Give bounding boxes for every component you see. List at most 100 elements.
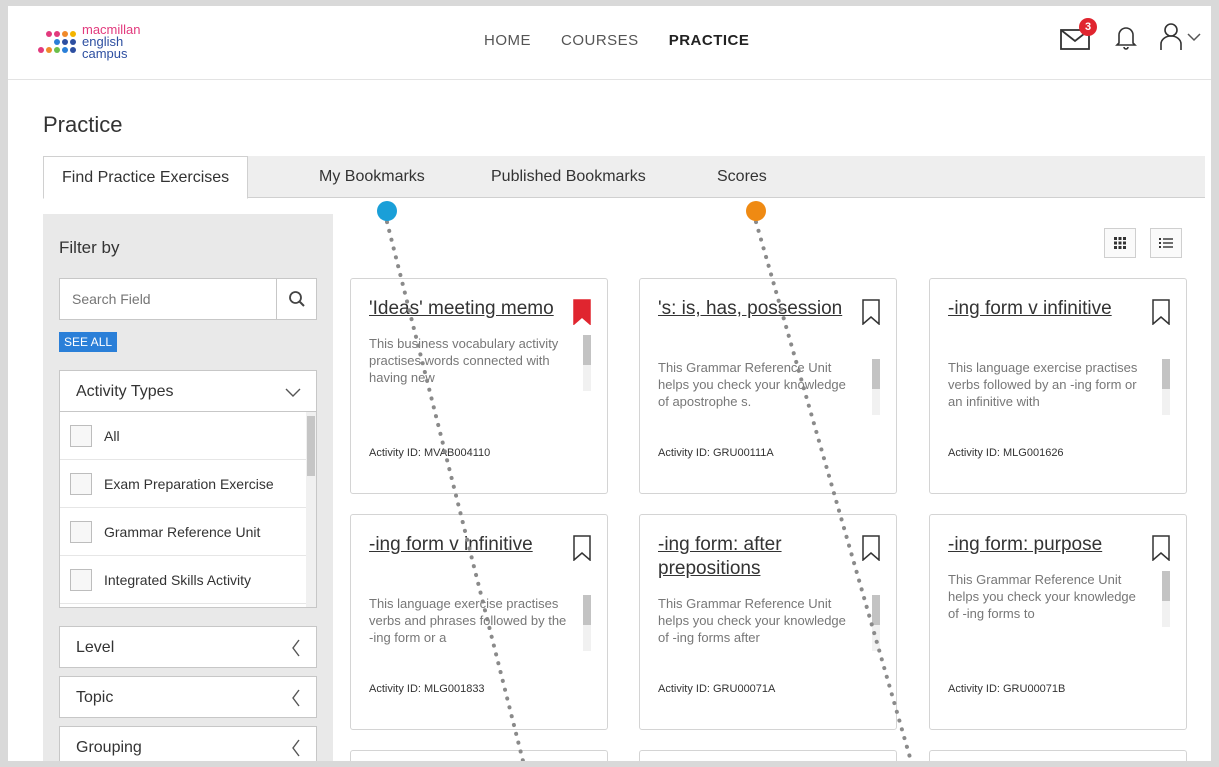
exercise-title-link[interactable]: -ing form v infinitive — [369, 533, 569, 557]
list-item[interactable]: Exam Preparation Exercise — [60, 460, 316, 508]
grouping-filter[interactable]: Grouping — [59, 726, 317, 761]
scrollbar-thumb[interactable] — [1162, 359, 1170, 389]
activity-id: Activity ID: GRU00071B — [948, 683, 1066, 695]
exercise-card[interactable] — [639, 750, 897, 761]
exercise-card[interactable]: -ing form: after prepositions This Gramma… — [639, 514, 897, 730]
chevron-left-icon — [292, 689, 300, 707]
bookmark-icon[interactable] — [862, 535, 880, 561]
bookmark-filled-icon[interactable] — [573, 299, 591, 325]
exercise-card[interactable]: -ing form v infinitive This language exer… — [350, 514, 608, 730]
checkbox-all[interactable] — [70, 424, 92, 447]
tab-my-bookmarks[interactable]: My Bookmarks — [303, 156, 441, 198]
grouping-label: Grouping — [76, 739, 142, 756]
nav-practice[interactable]: PRACTICE — [669, 32, 750, 49]
description-scrollbar[interactable] — [872, 359, 880, 415]
exercise-card[interactable] — [350, 750, 608, 761]
logo[interactable]: macmillan english campus — [38, 23, 141, 61]
bell-icon[interactable] — [1115, 23, 1137, 51]
list-view-button[interactable] — [1150, 228, 1182, 258]
option-label: All — [104, 427, 120, 444]
exercise-title-link[interactable]: -ing form v infinitive — [948, 297, 1148, 321]
exercise-card[interactable]: 's: is, has, possession This Grammar Refe… — [639, 278, 897, 494]
grid-icon — [1114, 237, 1126, 249]
tab-scores[interactable]: Scores — [701, 156, 783, 198]
description-scrollbar[interactable] — [583, 335, 591, 391]
exercise-description: This language exercise practises verbs f… — [948, 360, 1138, 409]
exercise-title-link[interactable]: 'Ideas' meeting memo — [369, 297, 569, 321]
exercise-card[interactable] — [929, 750, 1187, 761]
activity-types-options: All Exam Preparation Exercise Grammar Re… — [59, 412, 317, 608]
main-nav: HOME COURSES PRACTICE — [484, 32, 749, 49]
scrollbar-thumb[interactable] — [583, 595, 591, 625]
orange-marker — [746, 201, 766, 221]
exercise-description: This Grammar Reference Unit helps you ch… — [948, 572, 1136, 621]
search-box — [59, 278, 317, 320]
activity-id: Activity ID: MVAB004110 — [369, 447, 491, 459]
scrollbar-thumb[interactable] — [307, 416, 315, 476]
activity-types-dropdown[interactable]: Activity Types — [59, 370, 317, 412]
bookmark-icon[interactable] — [862, 299, 880, 325]
search-input[interactable] — [60, 279, 276, 319]
option-label: Exam Preparation Exercise — [104, 475, 274, 492]
filter-sidebar: Filter by SEE ALL Activity Types All Exa… — [43, 214, 333, 761]
topic-filter[interactable]: Topic — [59, 676, 317, 718]
nav-courses[interactable]: COURSES — [561, 32, 639, 49]
search-button[interactable] — [276, 279, 316, 319]
options-scrollbar[interactable] — [306, 412, 316, 607]
exercise-description: This business vocabulary activity practi… — [369, 336, 559, 385]
option-label: Grammar Reference Unit — [104, 523, 261, 540]
exercise-description: This language exercise practises verbs a… — [369, 596, 567, 645]
description-scrollbar[interactable] — [872, 595, 880, 651]
mail-count-badge: 3 — [1079, 18, 1097, 36]
list-item[interactable]: Integrated Skills Activity — [60, 556, 316, 604]
list-item[interactable]: All — [60, 412, 316, 460]
checkbox-grammar-reference[interactable] — [70, 520, 92, 543]
activity-types-label: Activity Types — [76, 383, 174, 400]
activity-id: Activity ID: GRU00071A — [658, 683, 776, 695]
logo-text: macmillan english campus — [82, 23, 141, 61]
logo-dots-icon — [38, 31, 76, 53]
exercise-description: This Grammar Reference Unit helps you ch… — [658, 596, 846, 645]
level-filter[interactable]: Level — [59, 626, 317, 668]
topic-label: Topic — [76, 689, 114, 706]
nav-home[interactable]: HOME — [484, 32, 531, 49]
grid-view-button[interactable] — [1104, 228, 1136, 258]
tab-published-bookmarks[interactable]: Published Bookmarks — [475, 156, 662, 198]
description-scrollbar[interactable] — [1162, 359, 1170, 415]
tab-find-practice-exercises[interactable]: Find Practice Exercises — [43, 156, 249, 199]
tab-bar: Find Practice Exercises My Bookmarks Pub… — [43, 156, 1205, 199]
list-item[interactable]: Grammar Reference Unit — [60, 508, 316, 556]
description-scrollbar[interactable] — [583, 595, 591, 651]
exercise-card[interactable]: 'Ideas' meeting memo This business vocabu… — [350, 278, 608, 494]
activity-id: Activity ID: GRU00111A — [658, 447, 774, 459]
exercise-card[interactable]: -ing form: purpose This Grammar Reference… — [929, 514, 1187, 730]
exercise-card[interactable]: -ing form v infinitive This language exer… — [929, 278, 1187, 494]
exercise-description: This Grammar Reference Unit helps you ch… — [658, 360, 846, 409]
exercise-title-link[interactable]: -ing form: purpose — [948, 533, 1148, 557]
bookmark-icon[interactable] — [1152, 535, 1170, 561]
activity-id: Activity ID: MLG001626 — [948, 447, 1064, 459]
user-menu[interactable] — [1159, 22, 1201, 52]
chevron-down-icon — [285, 388, 301, 397]
bookmark-icon[interactable] — [573, 535, 591, 561]
see-all-button[interactable]: SEE ALL — [59, 332, 118, 352]
scrollbar-thumb[interactable] — [1162, 571, 1170, 601]
list-icon — [1159, 238, 1173, 248]
level-label: Level — [76, 639, 115, 656]
exercise-title-link[interactable]: 's: is, has, possession — [658, 297, 858, 321]
app-window: macmillan english campus HOME COURSES PR… — [8, 6, 1211, 761]
exercise-title-link[interactable]: -ing form: after prepositions — [658, 533, 858, 581]
search-icon — [288, 291, 305, 307]
checkbox-exam-preparation[interactable] — [70, 472, 92, 495]
bookmark-icon[interactable] — [1152, 299, 1170, 325]
mail-button[interactable]: 3 — [1059, 18, 1097, 52]
checkbox-integrated-skills[interactable] — [70, 568, 92, 591]
user-icon — [1160, 23, 1182, 50]
scrollbar-thumb[interactable] — [872, 595, 880, 625]
description-scrollbar[interactable] — [1162, 571, 1170, 627]
scrollbar-thumb[interactable] — [583, 335, 591, 365]
filter-title: Filter by — [59, 238, 120, 257]
top-header: macmillan english campus HOME COURSES PR… — [8, 6, 1211, 80]
logo-line-3: campus — [82, 46, 128, 61]
scrollbar-thumb[interactable] — [872, 359, 880, 389]
